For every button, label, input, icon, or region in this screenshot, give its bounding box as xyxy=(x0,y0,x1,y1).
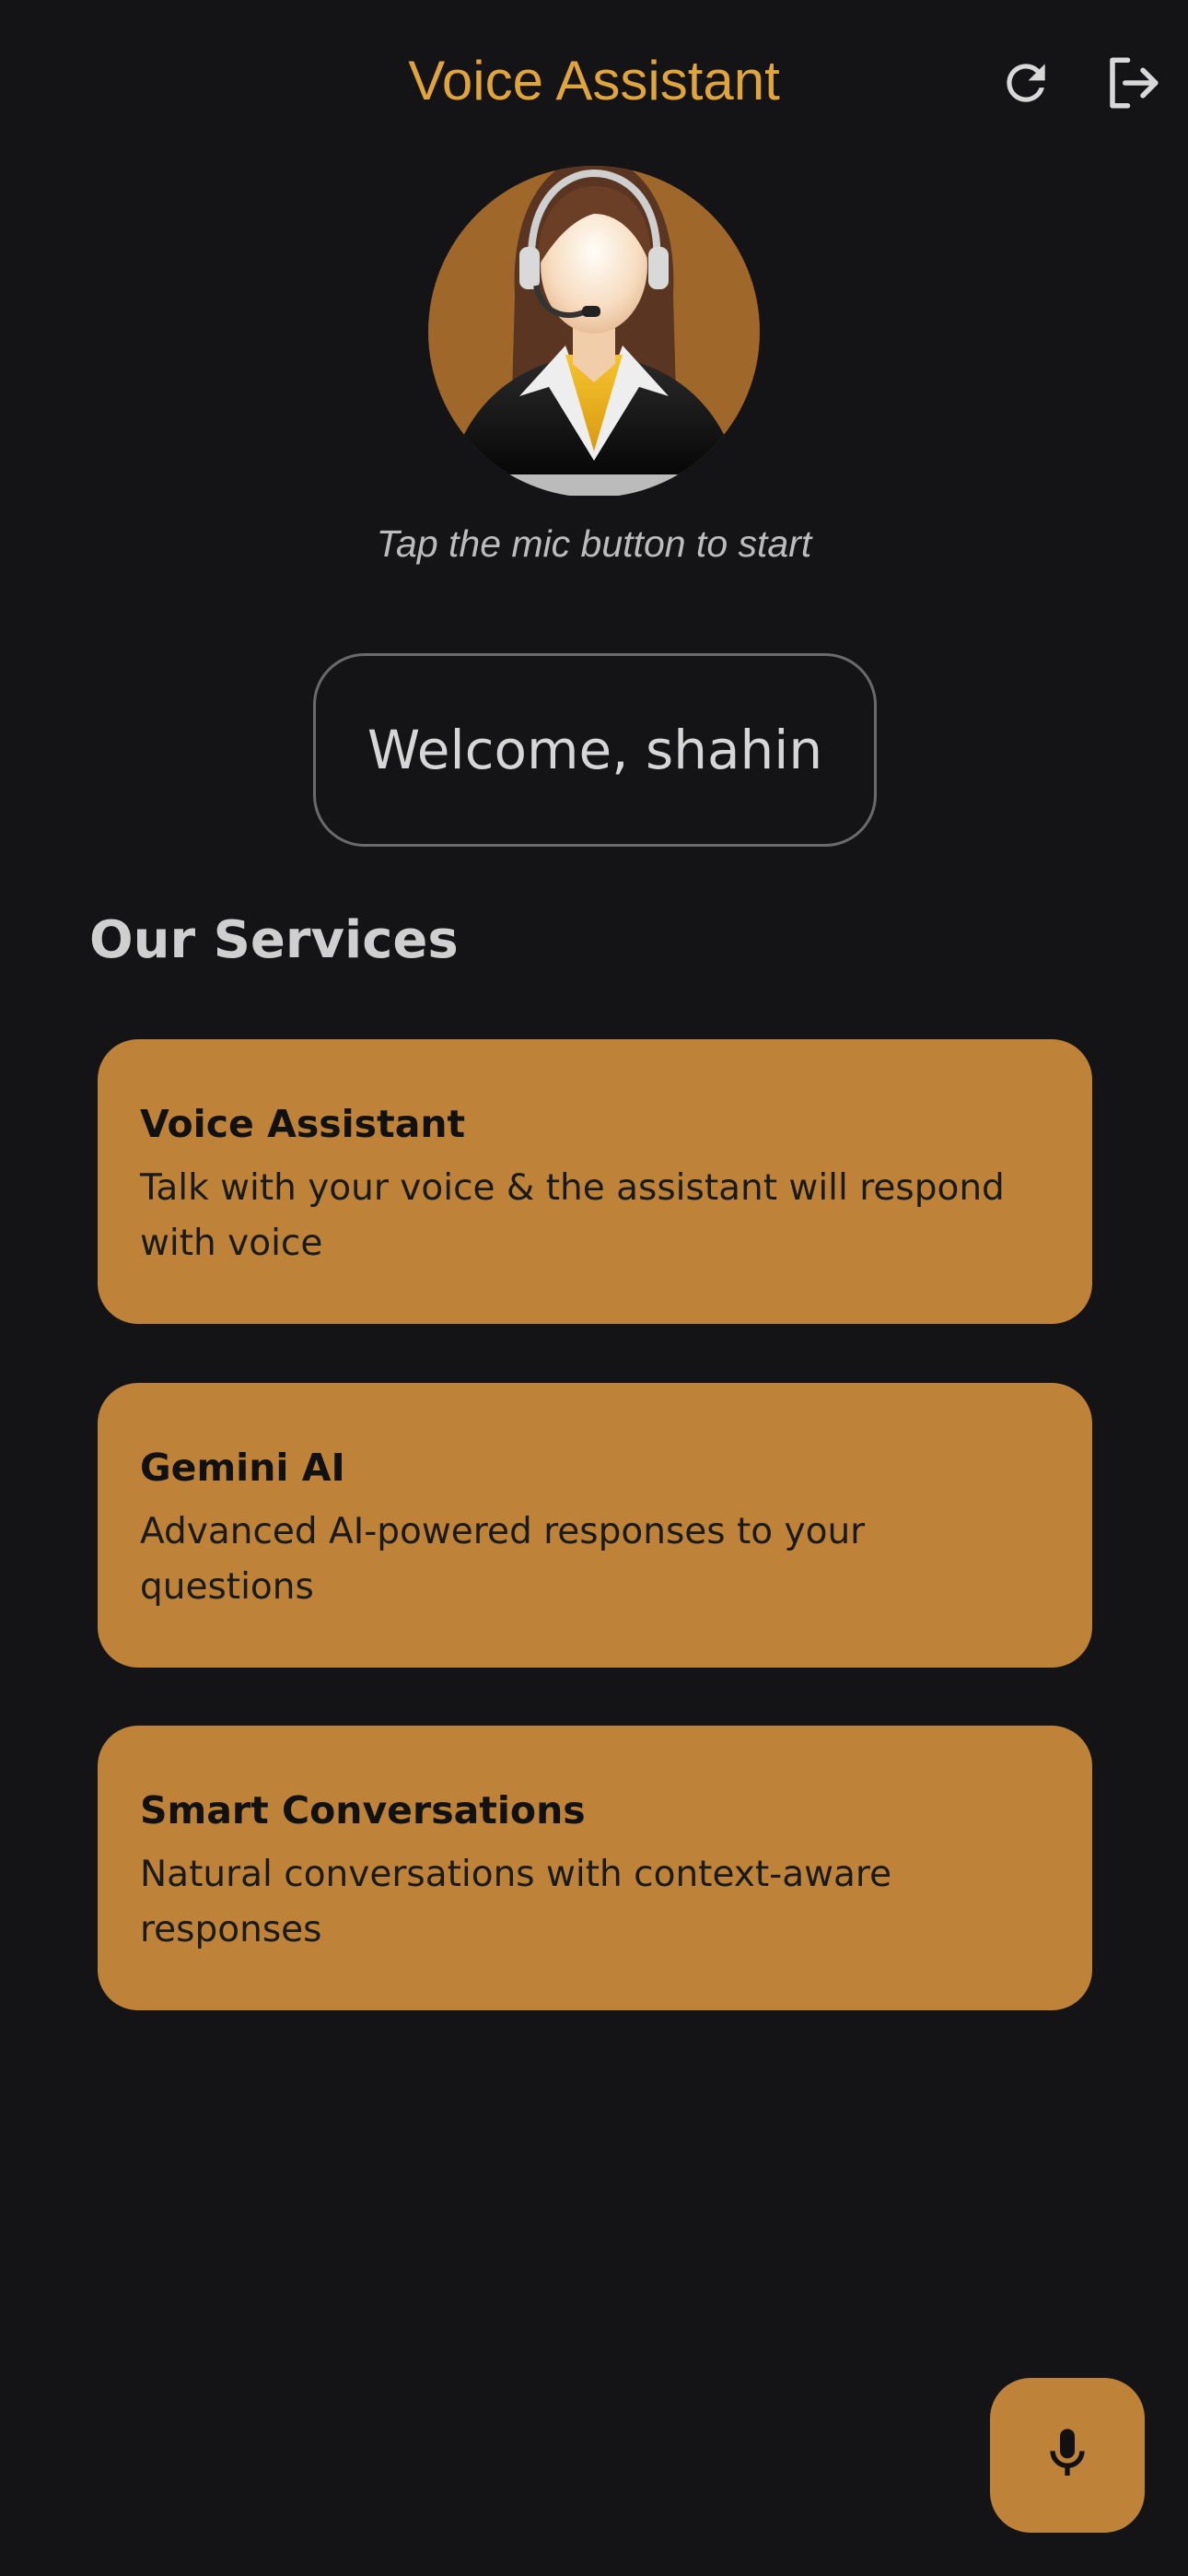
service-card-title: Gemini AI xyxy=(140,1446,345,1490)
service-card-title: Smart Conversations xyxy=(140,1788,586,1832)
mic-button[interactable] xyxy=(990,2378,1145,2533)
refresh-button[interactable] xyxy=(980,37,1072,129)
service-card-description: Natural conversations with context-aware… xyxy=(140,1854,892,1950)
service-card-voice-assistant[interactable]: Voice Assistant Talk with your voice & t… xyxy=(98,1039,1092,1324)
logout-icon xyxy=(1102,53,1163,113)
service-card-description: Advanced AI-powered responses to your qu… xyxy=(140,1511,866,1608)
service-card-smart-conversations[interactable]: Smart Conversations Natural conversation… xyxy=(98,1726,1092,2010)
tap-hint-text: Tap the mic button to start xyxy=(376,522,812,565)
services-title: Our Services xyxy=(89,910,459,970)
logout-button[interactable] xyxy=(1087,37,1179,129)
refresh-icon xyxy=(997,54,1054,111)
service-card-description: Talk with your voice & the assistant wil… xyxy=(140,1167,1005,1264)
service-card-gemini-ai[interactable]: Gemini AI Advanced AI-powered responses … xyxy=(98,1383,1092,1668)
microphone-icon xyxy=(1038,2424,1097,2487)
assistant-avatar xyxy=(427,157,761,498)
welcome-box: Welcome, shahin xyxy=(313,653,877,847)
service-card-title: Voice Assistant xyxy=(140,1102,466,1146)
welcome-text: Welcome, shahin xyxy=(367,719,823,781)
